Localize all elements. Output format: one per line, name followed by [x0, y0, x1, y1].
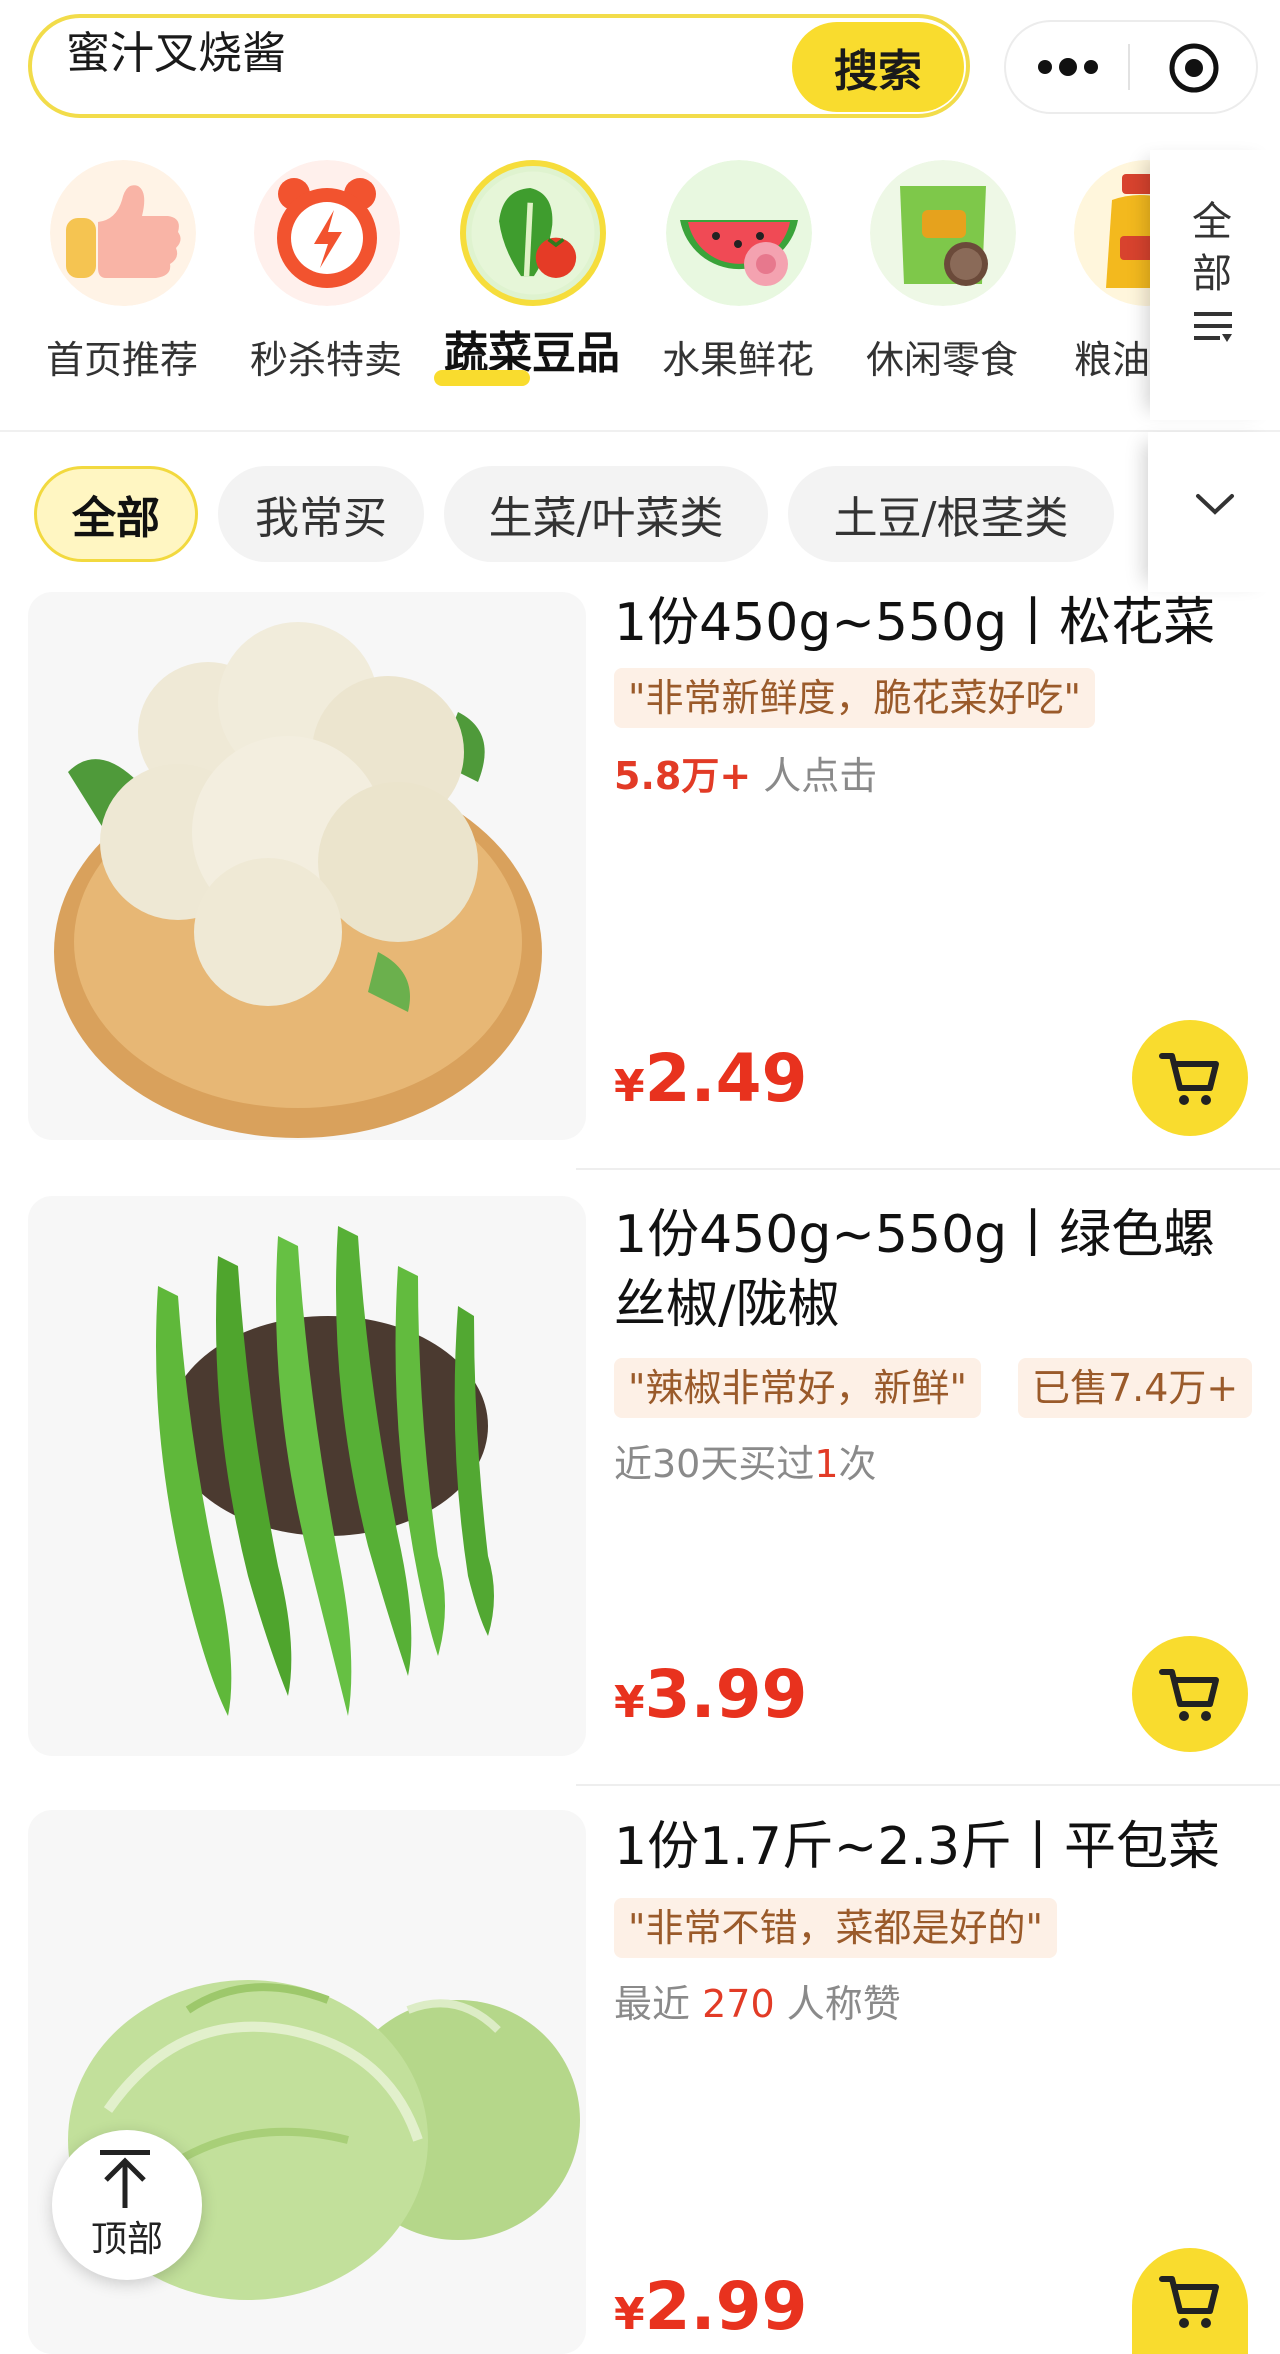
- category-item-fruit-flowers[interactable]: 水果鲜花: [648, 160, 828, 390]
- filter-chip-frequent[interactable]: 我常买: [218, 466, 424, 562]
- list-filter-icon[interactable]: [1190, 308, 1236, 348]
- product-title[interactable]: 1份1.7斤~2.3斤丨平包菜: [614, 1812, 1254, 1882]
- review-tag: "辣椒非常好，新鲜": [614, 1358, 981, 1418]
- product-image-green-peppers[interactable]: [28, 1196, 586, 1756]
- purchase-history-prefix: 近30天买过: [614, 1442, 815, 1486]
- vegetable-icon: [460, 160, 606, 306]
- cauliflower-image: [54, 622, 542, 1138]
- back-to-top-label[interactable]: 顶部: [52, 2210, 202, 2262]
- lightning-clock-icon: [254, 160, 400, 306]
- click-count-text: 人点击: [751, 754, 878, 798]
- more-dots-icon[interactable]: [1036, 56, 1100, 78]
- price-value: 2.49: [644, 1040, 808, 1117]
- purchase-history-line: 近30天买过1次: [614, 1440, 877, 1488]
- add-to-cart-button[interactable]: [1132, 1020, 1248, 1136]
- currency-symbol: ¥: [614, 2289, 645, 2340]
- category-item-vegetables[interactable]: 蔬菜豆品: [442, 160, 622, 390]
- purchase-history-count: 1: [814, 1442, 839, 1486]
- arrow-up-icon[interactable]: [94, 2146, 156, 2210]
- card-separator: [576, 1168, 1280, 1170]
- price-value: 3.99: [644, 1656, 808, 1733]
- add-to-cart-button[interactable]: [1132, 2248, 1248, 2354]
- praise-prefix: 最近: [614, 1982, 703, 2026]
- filter-chip-root-vegetables[interactable]: 土豆/根茎类: [788, 466, 1114, 562]
- currency-symbol: ¥: [614, 1677, 645, 1728]
- praise-count: 270: [702, 1982, 775, 2026]
- review-tag: "非常不错，菜都是好的": [614, 1898, 1057, 1958]
- add-to-cart-button[interactable]: [1132, 1636, 1248, 1752]
- target-circle-icon[interactable]: [1168, 42, 1220, 94]
- purchase-history-suffix: 次: [838, 1442, 877, 1486]
- cart-icon: [1159, 1669, 1219, 1721]
- category-label: 休闲零食: [865, 338, 1018, 382]
- snack-bag-icon: [870, 160, 1016, 306]
- thumbs-up-icon: [50, 160, 196, 306]
- card-separator: [576, 1784, 1280, 1786]
- active-category-underline: [434, 370, 530, 386]
- category-item-flash-sale[interactable]: 秒杀特卖: [236, 160, 416, 390]
- category-label: 秒杀特卖: [249, 338, 402, 382]
- review-tag: "非常新鲜度，脆花菜好吃": [614, 668, 1095, 728]
- click-count-line: 5.8万+ 人点击: [614, 752, 877, 800]
- search-query-text[interactable]: 蜜汁叉烧酱: [66, 30, 286, 78]
- praise-count-line: 最近 270 人称赞: [614, 1980, 901, 2028]
- cart-icon: [1159, 1053, 1219, 1105]
- green-peppers-image: [156, 1226, 494, 1716]
- filter-chip-leafy-greens[interactable]: 生菜/叶菜类: [444, 466, 768, 562]
- price: ¥3.99: [614, 1656, 807, 1733]
- click-count-value: 5.8万+: [614, 754, 752, 798]
- category-item-snacks[interactable]: 休闲零食: [852, 160, 1032, 390]
- cart-icon: [1159, 2276, 1219, 2328]
- price: ¥2.99: [614, 2268, 807, 2345]
- category-label: 水果鲜花: [661, 338, 814, 382]
- praise-suffix: 人称赞: [774, 1982, 901, 2026]
- price-value: 2.99: [644, 2268, 808, 2345]
- watermelon-rose-icon: [666, 160, 812, 306]
- search-button[interactable]: 搜索: [792, 22, 964, 112]
- product-title[interactable]: 1份450g~550g丨绿色螺丝椒/陇椒: [614, 1200, 1254, 1340]
- price: ¥2.49: [614, 1040, 807, 1117]
- chevron-down-icon[interactable]: [1192, 488, 1238, 518]
- category-item-home[interactable]: 首页推荐: [32, 160, 212, 390]
- category-label: 首页推荐: [45, 338, 198, 382]
- sold-count-tag: 已售7.4万+: [1018, 1358, 1253, 1418]
- filter-chip-all[interactable]: 全部: [34, 466, 198, 562]
- capsule-divider: [1128, 44, 1130, 90]
- product-title[interactable]: 1份450g~550g丨松花菜: [614, 588, 1254, 658]
- product-image-cauliflower[interactable]: [28, 592, 586, 1140]
- category-all-label[interactable]: 全部: [1192, 196, 1232, 300]
- currency-symbol: ¥: [614, 1061, 645, 1112]
